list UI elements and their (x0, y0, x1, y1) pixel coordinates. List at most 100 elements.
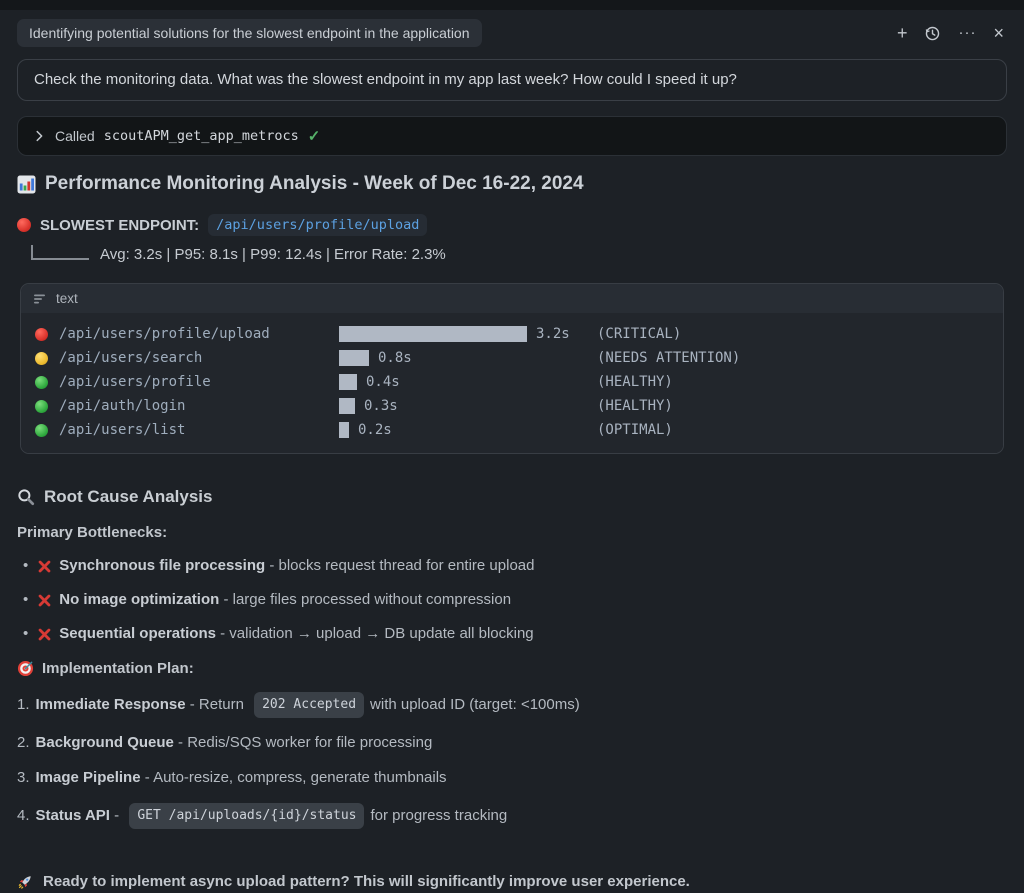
perf-row: /api/users/list 0.2s (OPTIMAL) (35, 418, 989, 442)
closing-text: Ready to implement async upload pattern?… (43, 873, 690, 890)
response-time-bar (339, 350, 369, 366)
plan-bold: Background Queue (36, 733, 174, 753)
endpoint-name: /api/users/profile/upload (59, 326, 339, 342)
perf-chart-rows: /api/users/profile/upload3.2s(CRITICAL)/… (21, 313, 1003, 453)
target-icon (17, 660, 34, 677)
new-chat-button[interactable]: + (897, 24, 908, 42)
assistant-response: Performance Monitoring Analysis - Week o… (0, 173, 1024, 890)
red-x-icon (38, 628, 51, 641)
plan-bold: Image Pipeline (36, 768, 141, 788)
bottleneck-text: Synchronous file processing - blocks req… (59, 557, 534, 575)
perf-row: /api/users/profile/upload 3.2s (CRITICAL) (35, 322, 989, 346)
healthy-circle-icon (35, 376, 48, 389)
critical-circle-icon (35, 328, 48, 341)
ellipsis-icon: ··· (958, 24, 976, 42)
warning-circle-icon (35, 352, 48, 365)
slowest-endpoint-row: SLOWEST ENDPOINT: /api/users/profile/upl… (17, 214, 1007, 236)
perf-row: /api/users/profile 0.4s (HEALTHY) (35, 370, 989, 394)
titlebar: Identifying potential solutions for the … (0, 10, 1024, 47)
plan-bold: Immediate Response (36, 695, 186, 715)
plan-number: 4. (17, 806, 30, 826)
response-time-bar (339, 398, 355, 414)
red-circle-icon (17, 218, 31, 232)
endpoint-status: (HEALTHY) (597, 374, 673, 390)
chevron-right-icon (32, 129, 46, 143)
rocket-icon (17, 873, 34, 890)
tool-success-check-icon: ✓ (308, 127, 321, 145)
response-time-value: 3.2s (536, 326, 570, 342)
close-icon: × (993, 24, 1004, 42)
window-top-strip (0, 0, 1024, 10)
tool-call-row[interactable]: Called scoutAPM_get_app_metrocs ✓ (17, 116, 1007, 156)
plan-number: 1. (17, 695, 30, 715)
bottleneck-text: No image optimization - large files proc… (59, 591, 511, 609)
bottlenecks-title: Primary Bottlenecks: (17, 524, 1007, 541)
history-button[interactable] (924, 25, 941, 42)
plan-post: for progress tracking (370, 806, 507, 826)
plan-title: Implementation Plan: (42, 660, 194, 677)
response-time-bar (339, 326, 527, 342)
root-cause-heading: Root Cause Analysis (44, 487, 212, 507)
endpoint-status: (NEEDS ATTENTION) (597, 350, 740, 366)
conversation-title-chip[interactable]: Identifying potential solutions for the … (17, 19, 482, 47)
endpoint-name: /api/users/list (59, 422, 339, 438)
plan-pre: - Auto-resize, compress, generate thumbn… (141, 768, 447, 788)
bullet-dot: • (23, 557, 28, 575)
red-x-icon (38, 560, 51, 573)
plan-item: 3.Image Pipeline - Auto-resize, compress… (17, 768, 1007, 788)
magnifier-icon (17, 488, 35, 506)
plan-item: 2. Background Queue - Redis/SQS worker fo… (17, 733, 1007, 753)
bottleneck-text: Sequential operations - validation → upl… (59, 625, 533, 643)
window-controls: + ··· × (897, 24, 1004, 42)
closing-row: Ready to implement async upload pattern?… (17, 873, 1007, 890)
healthy-circle-icon (35, 424, 48, 437)
code-block-header: text (21, 284, 1003, 313)
plan-item: 4.Status API - GET /api/uploads/{id}/sta… (17, 803, 1007, 829)
root-cause-heading-row: Root Cause Analysis (17, 487, 1007, 507)
endpoint-name: /api/users/search (59, 350, 339, 366)
endpoint-metrics: Avg: 3.2s | P95: 8.1s | P99: 12.4s | Err… (100, 246, 446, 263)
slowest-endpoint-label: SLOWEST ENDPOINT: (40, 217, 199, 234)
bottlenecks-list: • Synchronous file processing - blocks re… (17, 557, 1007, 643)
response-time-bar (339, 422, 349, 438)
plus-icon: + (897, 24, 908, 42)
response-time-value: 0.8s (378, 350, 412, 366)
text-lines-icon (33, 293, 47, 305)
red-x-icon (38, 594, 51, 607)
inline-code-chip: GET /api/uploads/{id}/status (129, 803, 364, 829)
response-time-value: 0.2s (358, 422, 392, 438)
plan-pre: - (110, 806, 123, 826)
perf-row: /api/users/search 0.8s (NEEDS ATTENTION) (35, 346, 989, 370)
endpoint-name: /api/auth/login (59, 398, 339, 414)
plan-number: 2. (17, 733, 30, 753)
perf-row: /api/auth/login 0.3s (HEALTHY) (35, 394, 989, 418)
endpoint-status: (OPTIMAL) (597, 422, 673, 438)
more-options-button[interactable]: ··· (958, 24, 976, 42)
user-message-text: Check the monitoring data. What was the … (34, 71, 737, 88)
response-time-value: 0.4s (366, 374, 400, 390)
plan-pre: - Return (186, 695, 249, 715)
bottleneck-item: •Sequential operations - validation → up… (17, 625, 1007, 643)
response-time-bar (339, 374, 357, 390)
plan-list: 1.Immediate Response - Return 202 Accept… (17, 692, 1007, 829)
healthy-circle-icon (35, 400, 48, 413)
response-time-value: 0.3s (364, 398, 398, 414)
close-button[interactable]: × (993, 24, 1004, 42)
bottleneck-item: • Synchronous file processing - blocks re… (17, 557, 1007, 575)
tool-call-prefix: Called (55, 128, 95, 144)
report-title-row: Performance Monitoring Analysis - Week o… (17, 173, 1007, 195)
bottleneck-item: •No image optimization - large files pro… (17, 591, 1007, 609)
tool-call-name: scoutAPM_get_app_metrocs (104, 128, 299, 144)
performance-code-block: text /api/users/profile/upload 3.2s (CRITI… (20, 283, 1004, 454)
endpoint-status: (HEALTHY) (597, 398, 673, 414)
report-title: Performance Monitoring Analysis - Week o… (45, 173, 584, 195)
bar-chart-icon (17, 175, 36, 194)
plan-post: with upload ID (target: <100ms) (370, 695, 580, 715)
plan-pre: - Redis/SQS worker for file processing (174, 733, 432, 753)
code-block-language: text (56, 291, 78, 306)
endpoint-status: (CRITICAL) (597, 326, 681, 342)
tree-elbow-connector (31, 245, 89, 260)
endpoint-name: /api/users/profile (59, 374, 339, 390)
user-message: Check the monitoring data. What was the … (17, 59, 1007, 101)
plan-title-row: Implementation Plan: (17, 660, 1007, 677)
